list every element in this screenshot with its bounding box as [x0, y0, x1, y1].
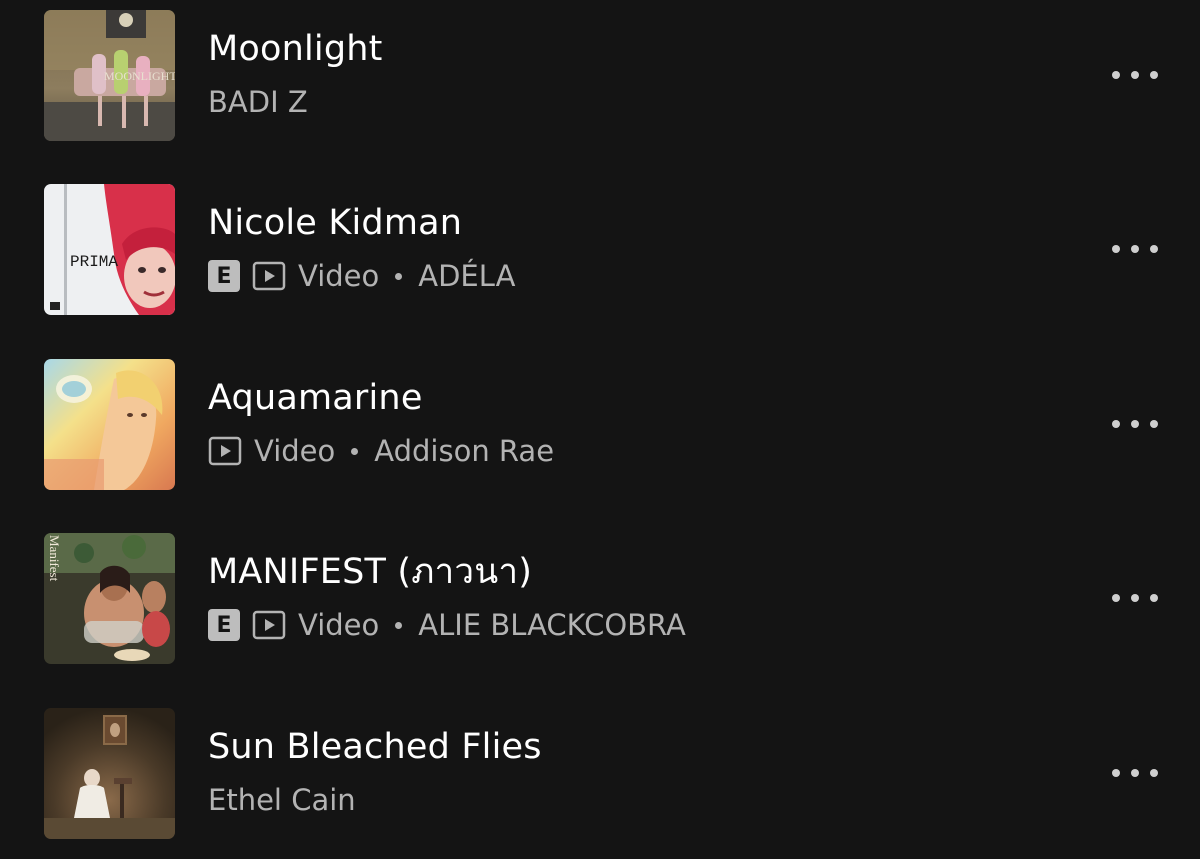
track-artist[interactable]: Addison Rae: [374, 434, 554, 468]
more-dot-icon: [1131, 420, 1139, 428]
track-title[interactable]: Nicole Kidman: [208, 202, 462, 244]
track-subtitle: Video Addison Rae: [208, 432, 554, 470]
track-title[interactable]: MANIFEST (ภาวนา): [208, 551, 532, 593]
video-label: Video: [298, 259, 380, 293]
track-title[interactable]: Moonlight: [208, 28, 383, 70]
more-dot-icon: [1150, 71, 1158, 79]
more-dot-icon: [1150, 594, 1158, 602]
more-dot-icon: [1150, 769, 1158, 777]
track-list: MOONLIGHT Moonlight BADI Z PRIMA Nicole …: [0, 0, 1200, 859]
explicit-badge-icon: E: [208, 260, 240, 292]
track-artist[interactable]: ALIE BLACKCOBRA: [418, 608, 686, 642]
track-row-nicole-kidman[interactable]: PRIMA Nicole Kidman E Video ADÉLA: [0, 184, 1200, 316]
separator-dot: [395, 621, 403, 629]
track-subtitle: E Video ADÉLA: [208, 257, 515, 295]
track-row-manifest[interactable]: Manifest MANIFEST (ภาวนา) E Video ALIE B…: [0, 533, 1200, 665]
track-title[interactable]: Sun Bleached Flies: [208, 726, 542, 768]
explicit-badge-icon: E: [208, 609, 240, 641]
cover-text: Manifest: [47, 535, 62, 582]
album-art-aquamarine: [44, 359, 175, 490]
more-dot-icon: [1150, 420, 1158, 428]
more-options-button[interactable]: [1104, 409, 1166, 439]
track-artist[interactable]: Ethel Cain: [208, 783, 356, 817]
track-subtitle: Ethel Cain: [208, 781, 356, 819]
track-artist[interactable]: ADÉLA: [418, 259, 515, 293]
track-row-moonlight[interactable]: MOONLIGHT Moonlight BADI Z: [0, 10, 1200, 142]
track-artist[interactable]: BADI Z: [208, 85, 308, 119]
album-art-manifest: Manifest: [44, 533, 175, 664]
svg-text:MOONLIGHT: MOONLIGHT: [104, 69, 175, 83]
album-art-sun-bleached-flies: [44, 708, 175, 839]
track-row-sun-bleached-flies[interactable]: Sun Bleached Flies Ethel Cain: [0, 708, 1200, 840]
more-options-button[interactable]: [1104, 583, 1166, 613]
more-options-button[interactable]: [1104, 60, 1166, 90]
more-dot-icon: [1131, 71, 1139, 79]
cover-text: PRIMA: [70, 253, 118, 271]
more-dot-icon: [1150, 245, 1158, 253]
more-dot-icon: [1131, 245, 1139, 253]
album-art-nicole-kidman: PRIMA: [44, 184, 175, 315]
track-subtitle: E Video ALIE BLACKCOBRA: [208, 606, 686, 644]
more-options-button[interactable]: [1104, 758, 1166, 788]
track-row-aquamarine[interactable]: Aquamarine Video Addison Rae: [0, 359, 1200, 491]
album-art-moonlight: MOONLIGHT: [44, 10, 175, 141]
more-dot-icon: [1112, 769, 1120, 777]
video-play-icon: [252, 261, 286, 291]
video-play-icon: [252, 610, 286, 640]
track-title[interactable]: Aquamarine: [208, 377, 423, 419]
more-options-button[interactable]: [1104, 234, 1166, 264]
more-dot-icon: [1112, 245, 1120, 253]
more-dot-icon: [1112, 71, 1120, 79]
video-label: Video: [298, 608, 380, 642]
video-label: Video: [254, 434, 336, 468]
separator-dot: [351, 447, 359, 455]
more-dot-icon: [1131, 594, 1139, 602]
more-dot-icon: [1112, 594, 1120, 602]
track-subtitle: BADI Z: [208, 83, 308, 121]
video-play-icon: [208, 436, 242, 466]
more-dot-icon: [1131, 769, 1139, 777]
separator-dot: [395, 272, 403, 280]
more-dot-icon: [1112, 420, 1120, 428]
